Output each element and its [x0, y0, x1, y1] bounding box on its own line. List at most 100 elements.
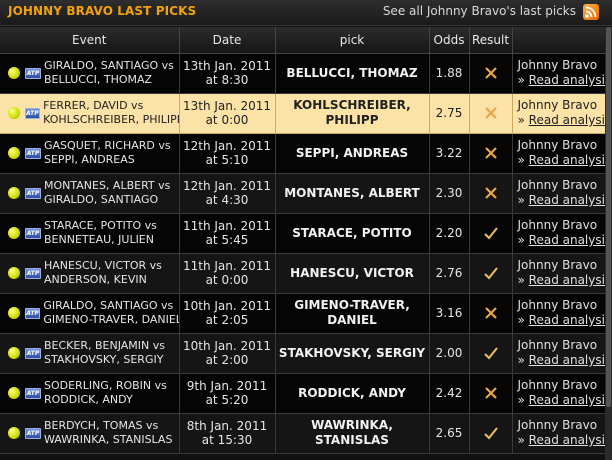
date-cell: 13th Jan. 2011 at 8:30	[179, 53, 276, 94]
event-line-1: HANESCU, VICTOR vs	[44, 259, 162, 272]
table-row[interactable]: ATP HANESCU, VICTOR vs ANDERSON, KEVIN 11th…	[0, 253, 606, 294]
pick-cell: GIMENO-TRAVER, DANIEL	[275, 293, 430, 334]
atp-icon: ATP	[25, 427, 41, 439]
table-row[interactable]: ATP GASQUET, RICHARD vs SEPPI, ANDREAS 12th…	[0, 133, 606, 174]
rss-icon[interactable]	[583, 4, 599, 20]
analyst-name: Johnny Bravo	[517, 218, 598, 232]
date-time: at 4:30	[205, 193, 249, 207]
tennis-ball-icon	[8, 347, 20, 359]
result-cell	[469, 53, 513, 94]
read-analysis-link[interactable]: Read analysis	[529, 313, 604, 327]
odds-cell: 1.88	[429, 53, 470, 94]
loss-cross-icon	[484, 146, 498, 159]
picks-header: JOHNNY BRAVO LAST PICKS See all Johnny B…	[0, 0, 612, 26]
read-analysis-link[interactable]: Read analysis	[529, 153, 604, 167]
result-cell	[469, 413, 513, 454]
scrollbar[interactable]	[605, 27, 612, 460]
read-analysis-link[interactable]: Read analysis	[529, 193, 604, 207]
analysis-cell: Johnny Bravo» Read analysis	[512, 173, 606, 214]
read-analysis-link[interactable]: Read analysis	[529, 73, 604, 87]
result-cell	[469, 133, 513, 174]
pick-line-2: STANISLAS	[315, 433, 389, 447]
pick-line-1: BELLUCCI, THOMAZ	[286, 65, 418, 80]
atp-icon: ATP	[25, 387, 41, 399]
event-line-2: ANDERSON, KEVIN	[44, 273, 147, 286]
tennis-ball-icon	[8, 387, 20, 399]
read-analysis-link[interactable]: Read analysis	[529, 433, 604, 447]
date-cell: 12th Jan. 2011 at 5:10	[179, 133, 276, 174]
odds-cell: 3.16	[429, 293, 470, 334]
table-row[interactable]: ATP GIRALDO, SANTIAGO vs GIMENO-TRAVER, DA…	[0, 293, 606, 334]
event-line-1: FERRER, DAVID vs	[43, 99, 144, 112]
odds-cell: 2.76	[429, 253, 470, 294]
table-row[interactable]: ATP STARACE, POTITO vs BENNETEAU, JULIEN 11…	[0, 213, 606, 254]
result-cell	[469, 213, 513, 254]
pick-cell: STARACE, POTITO	[275, 213, 430, 254]
table-row[interactable]: ATP MONTANES, ALBERT vs GIRALDO, SANTIAGO 1…	[0, 173, 606, 214]
table-row[interactable]: ATP BECKER, BENJAMIN vs STAKHOVSKY, SERGIY…	[0, 333, 606, 374]
event-line-2: WAWRINKA, STANISLAS	[44, 433, 173, 446]
atp-icon: ATP	[25, 227, 41, 239]
odds-cell: 3.22	[429, 133, 470, 174]
win-check-icon	[483, 346, 499, 360]
date-cell: 10th Jan. 2011 at 2:00	[179, 333, 276, 374]
date-day: 13th Jan. 2011	[182, 99, 272, 113]
analyst-name: Johnny Bravo	[517, 58, 598, 72]
event-line-1: BERDYCH, TOMAS vs	[44, 419, 159, 432]
date-time: at 2:00	[205, 353, 249, 367]
odds-cell: 2.75	[429, 93, 470, 134]
analyst-name: Johnny Bravo	[517, 258, 598, 272]
event-line-2: BENNETEAU, JULIEN	[44, 233, 154, 246]
column-header-date[interactable]: Date	[179, 27, 276, 54]
event-cell: ATP SODERLING, ROBIN vs RODDICK, ANDY	[0, 373, 180, 414]
read-analysis-link[interactable]: Read analysis	[529, 113, 604, 127]
scrollbar-thumb[interactable]	[606, 27, 611, 407]
read-analysis-link[interactable]: Read analysis	[529, 273, 604, 287]
date-day: 11th Jan. 2011	[182, 219, 272, 233]
event-cell: ATP BECKER, BENJAMIN vs STAKHOVSKY, SERGIY	[0, 333, 180, 374]
pick-cell: BELLUCCI, THOMAZ	[275, 53, 430, 94]
pick-line-1: STARACE, POTITO	[292, 225, 412, 240]
read-analysis-link[interactable]: Read analysis	[529, 353, 604, 367]
atp-icon: ATP	[25, 347, 41, 359]
pick-cell: WAWRINKA, STANISLAS	[275, 413, 430, 454]
table-row[interactable]: ATP GIRALDO, SANTIAGO vs BELLUCCI, THOMAZ 1…	[0, 53, 606, 94]
date-cell: 11th Jan. 2011 at 0:00	[179, 253, 276, 294]
event-line-1: BECKER, BENJAMIN vs	[44, 339, 165, 352]
result-cell	[469, 93, 513, 134]
table-row[interactable]: ATP SODERLING, ROBIN vs RODDICK, ANDY 9th J…	[0, 373, 606, 414]
analysis-cell: Johnny Bravo» Read analysis	[512, 333, 606, 374]
column-header-event[interactable]: Event	[0, 27, 180, 54]
event-line-2: GIRALDO, SANTIAGO	[44, 193, 159, 206]
analysis-cell: Johnny Bravo» Read analysis	[512, 53, 606, 94]
tennis-ball-icon	[8, 187, 20, 199]
event-cell: ATP BERDYCH, TOMAS vs WAWRINKA, STANISLAS	[0, 413, 180, 454]
pick-line-1: MONTANES, ALBERT	[284, 185, 420, 200]
column-header-pick[interactable]: pick	[275, 27, 430, 54]
see-all-picks-link[interactable]: See all Johnny Bravo's last picks	[383, 4, 576, 18]
date-time: at 5:45	[205, 233, 249, 247]
event-line-2: BELLUCCI, THOMAZ	[44, 73, 153, 86]
atp-icon: ATP	[25, 187, 41, 199]
result-cell	[469, 373, 513, 414]
table-row[interactable]: ATP FERRER, DAVID vs KOHLSCHREIBER, PHILIP…	[0, 93, 606, 134]
date-day: 8th Jan. 2011	[186, 419, 268, 433]
atp-icon: ATP	[25, 67, 41, 79]
win-check-icon	[483, 266, 499, 280]
tennis-ball-icon	[8, 227, 20, 239]
pick-cell: STAKHOVSKY, SERGIY	[275, 333, 430, 374]
odds-cell: 2.00	[429, 333, 470, 374]
date-cell: 8th Jan. 2011 at 15:30	[179, 413, 276, 454]
analysis-cell: Johnny Bravo» Read analysis	[512, 213, 606, 254]
event-line-2: GIMENO-TRAVER, DANIEL	[43, 313, 179, 326]
read-analysis-link[interactable]: Read analysis	[529, 393, 604, 407]
table-row[interactable]: ATP BERDYCH, TOMAS vs WAWRINKA, STANISLAS 8…	[0, 413, 606, 454]
analysis-cell: Johnny Bravo» Read analysis	[512, 293, 606, 334]
column-header-result[interactable]: Result	[469, 27, 513, 54]
pick-line-1: RODDICK, ANDY	[298, 385, 406, 400]
event-line-2: RODDICK, ANDY	[44, 393, 133, 406]
read-analysis-link[interactable]: Read analysis	[529, 233, 604, 247]
column-header-odds[interactable]: Odds	[429, 27, 470, 54]
event-line-1: GIRALDO, SANTIAGO vs	[43, 299, 174, 312]
pick-line-1: WAWRINKA,	[311, 418, 393, 432]
